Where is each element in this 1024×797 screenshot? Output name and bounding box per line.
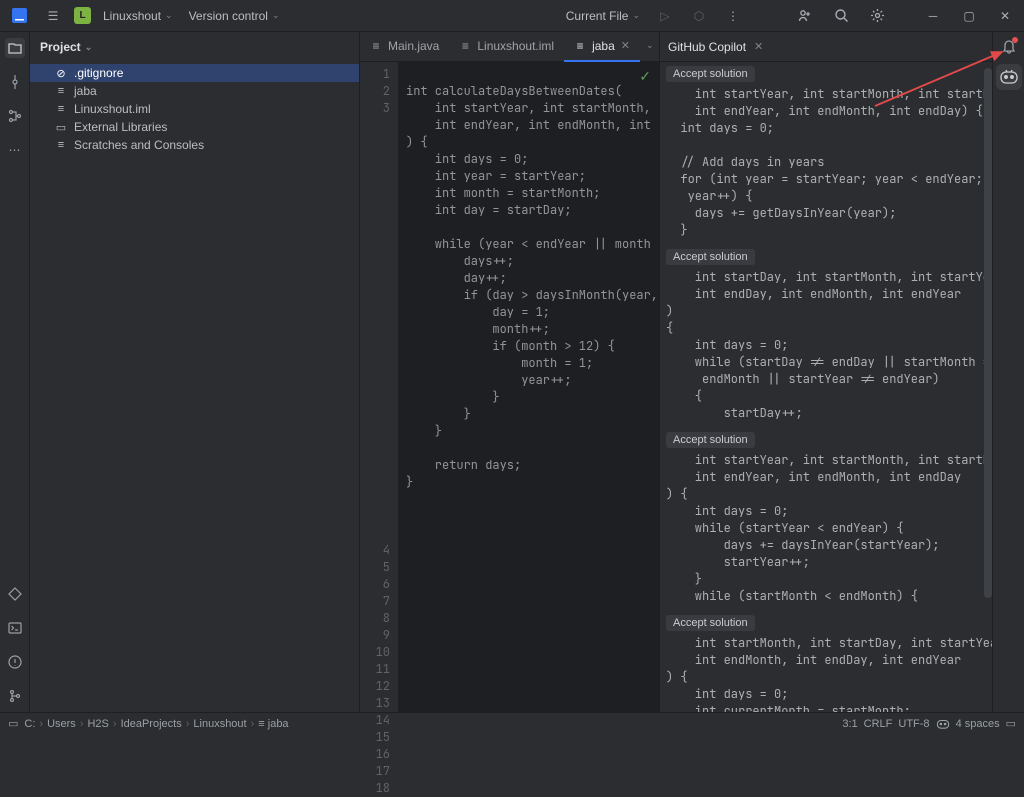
close-icon[interactable]: ✕ [754,40,763,53]
close-icon[interactable]: ✕ [621,39,630,52]
close-button[interactable]: ✕ [992,3,1018,29]
run-button[interactable]: ▷ [652,3,678,29]
run-config-selector[interactable]: Current File⌄ [562,9,644,23]
more-tool-icon[interactable]: ⋯ [5,140,25,160]
debug-button[interactable]: ⬡ [686,3,712,29]
tree-item-4[interactable]: ≡ Scratches and Consoles [30,136,359,154]
tab-label: Linuxshout.iml [477,39,554,53]
editor-content[interactable]: int calculateDaysBetweenDates( int start… [398,62,659,712]
file-icon: ▭ [54,120,68,134]
right-tool-strip [992,32,1024,712]
copilot-solution-3: Accept solution int startMonth, int star… [660,611,992,712]
more-button[interactable]: ⋮ [720,3,746,29]
left-tool-strip: ⋯ [0,32,30,712]
git-tool-icon[interactable] [5,686,25,706]
editor-tab-0[interactable]: ≡ Main.java [360,32,449,62]
file-icon: ≡ [370,40,382,52]
solution-code: int startYear, int startMonth, int start… [660,452,992,611]
accept-solution-button[interactable]: Accept solution [666,66,755,82]
file-icon: ≡ [54,102,68,116]
accept-solution-button[interactable]: Accept solution [666,615,755,631]
copilot-tool-icon[interactable] [996,64,1022,90]
terminal-tool-icon[interactable] [5,618,25,638]
problems-tool-icon[interactable] [5,652,25,672]
chevron-down-icon: ⌄ [632,10,640,21]
editor-gutter: 123456789101112131415161718 [360,62,398,712]
editor-tab-1[interactable]: ≡ Linuxshout.iml [449,32,564,62]
inspection-ok-icon[interactable]: ✓ [639,68,651,86]
status-bar: ▭ C:›Users›H2S›IdeaProjects›Linuxshout›≡… [0,712,1024,734]
tab-label: jaba [592,39,615,53]
vcs-selector[interactable]: Version control⌄ [185,9,284,23]
tree-item-label: Scratches and Consoles [74,138,204,152]
file-icon: ≡ [54,138,68,152]
tab-label: Main.java [388,39,439,53]
file-icon: ≡ [54,84,68,98]
file-icon: ≡ [459,40,471,52]
solution-code: int startYear, int startMonth, int start… [660,86,992,245]
structure-tool-icon[interactable] [5,106,25,126]
copilot-solution-1: Accept solution int startDay, int startM… [660,245,992,428]
tree-item-0[interactable]: ⊘ .gitignore [30,64,359,82]
editor-tab-2[interactable]: ≡ jaba ✕ [564,32,640,62]
line-separator[interactable]: CRLF [864,718,893,730]
code-with-me-icon[interactable] [792,3,818,29]
tree-item-2[interactable]: ≡ Linuxshout.iml [30,100,359,118]
file-encoding[interactable]: UTF-8 [898,718,929,730]
accept-solution-button[interactable]: Accept solution [666,249,755,265]
indent-settings[interactable]: 4 spaces [956,718,1000,730]
copilot-suggestions[interactable]: Accept solution int startYear, int start… [660,62,992,712]
accept-solution-button[interactable]: Accept solution [666,432,755,448]
tree-item-3[interactable]: ▭ External Libraries [30,118,359,136]
main-menu-button[interactable]: ☰ [40,3,66,29]
copilot-panel: GitHub Copilot ✕ Accept solution int sta… [659,32,992,712]
copilot-status-icon[interactable] [936,717,950,731]
project-panel: Project⌄ ⊘ .gitignore ≡ jaba ≡ Linuxshout.iml… [30,32,360,712]
copilot-tab[interactable]: GitHub Copilot ✕ [668,40,763,54]
select-tab-icon[interactable]: ⌄ [646,40,654,54]
commit-tool-icon[interactable] [5,72,25,92]
tree-item-1[interactable]: ≡ jaba [30,82,359,100]
tree-item-label: External Libraries [74,120,167,134]
chevron-down-icon: ⌄ [165,10,173,21]
project-panel-title[interactable]: Project⌄ [30,32,359,62]
solution-code: int startDay, int startMonth, int startY… [660,269,992,428]
caret-position[interactable]: 3:1 [842,718,857,730]
copilot-solution-2: Accept solution int startYear, int start… [660,428,992,611]
reader-mode-icon[interactable]: ▭ [1006,717,1016,730]
tree-item-label: jaba [74,84,97,98]
chevron-down-icon: ⌄ [272,10,280,21]
search-icon[interactable] [828,3,854,29]
project-tool-icon[interactable] [5,38,25,58]
tree-item-label: Linuxshout.iml [74,102,151,116]
tree-item-label: .gitignore [74,66,123,80]
file-icon: ⊘ [54,66,68,80]
notification-dot [1012,37,1018,43]
solution-code: int startMonth, int startDay, int startY… [660,635,992,712]
project-tree[interactable]: ⊘ .gitignore ≡ jaba ≡ Linuxshout.iml ▭ External… [30,62,359,712]
notifications-icon[interactable] [1001,38,1017,54]
scrollbar[interactable] [984,68,992,598]
project-selector[interactable]: Linuxshout⌄ [99,9,177,23]
settings-icon[interactable] [864,3,890,29]
chevron-down-icon: ⌄ [85,42,93,53]
copilot-solution-0: Accept solution int startYear, int start… [660,62,992,245]
editor-tab-bar: ≡Main.java≡Linuxshout.iml≡jaba✕ ⌄ ⋮ [360,32,659,62]
file-icon: ≡ [574,40,586,52]
title-bar: ☰ L Linuxshout⌄ Version control⌄ Current… [0,0,1024,32]
services-tool-icon[interactable] [5,584,25,604]
nav-bar-toggle[interactable]: ▭ [8,717,18,730]
minimize-button[interactable]: ─ [920,3,946,29]
project-badge: L [74,7,91,24]
app-icon[interactable] [6,3,32,29]
maximize-button[interactable]: ▢ [956,3,982,29]
breadcrumb[interactable]: C:›Users›H2S›IdeaProjects›Linuxshout›≡ j… [24,718,288,730]
